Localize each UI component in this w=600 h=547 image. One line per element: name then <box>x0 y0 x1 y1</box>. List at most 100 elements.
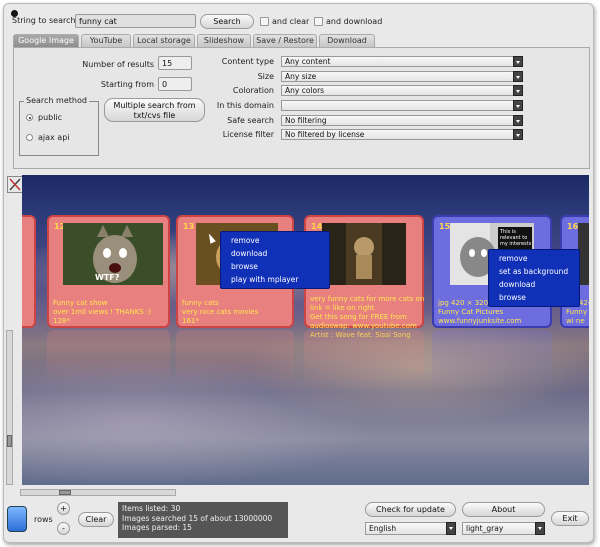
clear-button[interactable]: Clear <box>78 512 114 527</box>
search-button[interactable]: Search <box>200 14 254 29</box>
safe-search-select[interactable]: No filtering <box>281 115 523 126</box>
tab-youtube[interactable]: YouTube <box>81 34 131 47</box>
size-select[interactable]: Any size <box>281 71 523 82</box>
thumbnail-caption: This is relevant to my interests <box>500 229 532 247</box>
image-thumbnail[interactable]: WTF? <box>63 223 163 285</box>
tab-save-restore[interactable]: Save / Restore <box>253 34 317 47</box>
tab-local-storage[interactable]: Local storage <box>133 34 195 47</box>
chevron-down-icon <box>513 100 523 111</box>
theme-value: light_gray <box>466 524 504 533</box>
starting-from-input[interactable]: 0 <box>158 77 192 91</box>
search-input[interactable]: funny cat <box>75 14 196 28</box>
card-title: Funny Ca <box>566 308 589 316</box>
menu-item-browse[interactable]: browse <box>489 291 579 304</box>
card-title: very funny cats for more cats on <box>310 295 425 303</box>
chevron-down-icon <box>513 71 523 82</box>
menu-item-play-mplayer[interactable]: play with mplayer <box>221 273 329 286</box>
and-clear-checkbox[interactable] <box>260 17 269 26</box>
rows-decrease-button[interactable]: - <box>57 522 70 535</box>
tools-icon[interactable] <box>7 176 23 193</box>
and-download-label: and download <box>326 17 383 26</box>
context-menu-card-13: remove download browse play with mplayer <box>220 231 330 289</box>
language-select[interactable]: English <box>365 522 456 535</box>
card-reflection <box>432 330 552 390</box>
card-number: 16 <box>567 222 579 231</box>
horizontal-scroll-thumb[interactable] <box>59 490 71 495</box>
search-label: String to search <box>12 16 76 25</box>
image-thumbnail[interactable] <box>322 223 406 285</box>
content-type-label: Content type <box>221 57 274 66</box>
card-source: wi ne <box>566 317 585 325</box>
vertical-scroll-thumb[interactable] <box>7 435 12 447</box>
public-radio[interactable] <box>26 114 33 121</box>
and-download-checkbox[interactable] <box>314 17 323 26</box>
tab-slideshow[interactable]: Slideshow <box>197 34 251 47</box>
exit-button[interactable]: Exit <box>551 511 589 526</box>
card-number: 14 <box>311 222 323 231</box>
menu-item-set-background[interactable]: set as background <box>489 265 579 278</box>
tab-google-image[interactable]: Google Image <box>13 34 79 47</box>
card-number: 15 <box>439 222 451 231</box>
card-title: Funny Cat Pictures <box>438 308 504 316</box>
content-type-select[interactable]: Any content <box>281 56 523 67</box>
context-menu-card-15: remove set as background download browse <box>488 249 580 307</box>
language-value: English <box>369 524 397 533</box>
rows-label: rows <box>34 515 53 524</box>
menu-item-remove[interactable]: remove <box>221 234 329 247</box>
menu-item-remove[interactable]: remove <box>489 252 579 265</box>
search-method-label: Search method <box>24 96 89 105</box>
chevron-down-icon <box>513 85 523 96</box>
horizontal-scrollbar[interactable] <box>20 489 176 496</box>
coloration-label: Coloration <box>232 86 274 95</box>
vertical-scrollbar[interactable] <box>6 330 13 485</box>
card-reflection <box>47 330 170 390</box>
domain-label: In this domain <box>216 101 274 110</box>
menu-item-browse[interactable]: browse <box>221 260 329 273</box>
card-source: www.funnyjunksite.com <box>438 317 522 325</box>
card-reflection <box>304 330 424 390</box>
chevron-down-icon <box>513 129 523 140</box>
menu-item-download[interactable]: download <box>489 278 579 291</box>
coloration-select[interactable]: Any colors <box>281 85 523 96</box>
image-carousel[interactable]: 12 WTF? Funny cat show over 1mil views !… <box>22 175 589 485</box>
card-meta: 128* <box>53 317 70 325</box>
safe-search-label: Safe search <box>227 116 274 125</box>
number-of-results-label: Number of results <box>82 60 154 69</box>
number-of-results-input[interactable]: 15 <box>158 56 192 70</box>
theme-select[interactable]: light_gray <box>462 522 545 535</box>
about-button[interactable]: About <box>462 502 545 517</box>
coloration-value: Any colors <box>285 86 325 95</box>
tab-download[interactable]: Download <box>319 34 375 47</box>
size-label: Size <box>257 72 274 81</box>
chevron-down-icon <box>513 115 523 126</box>
app-logo-icon <box>7 506 27 532</box>
chevron-down-icon <box>535 522 545 535</box>
status-images-searched: Images searched 15 of about 13000000 <box>122 513 273 523</box>
card-meta: 161* <box>182 317 199 325</box>
check-for-update-button[interactable]: Check for update <box>365 502 456 517</box>
card-partial-left[interactable] <box>22 215 36 328</box>
card-info: funny cats very nice cats movies 161* <box>182 299 258 326</box>
card-reflection <box>176 330 294 390</box>
image-card-12[interactable]: 12 WTF? Funny cat show over 1mil views !… <box>47 215 170 328</box>
card-description: link = like on right <box>310 304 375 312</box>
content-type-value: Any content <box>285 57 331 66</box>
card-description: over 1mil views ! THANKS :) <box>53 308 152 316</box>
license-filter-label: License filter <box>222 130 274 139</box>
domain-select[interactable] <box>281 100 523 111</box>
status-panel: Items listed: 30 Images searched 15 of a… <box>118 502 288 538</box>
card-info: Funny cat show over 1mil views ! THANKS … <box>53 299 151 326</box>
search-method-group <box>19 101 99 156</box>
and-clear-label: and clear <box>272 17 310 26</box>
safe-search-value: No filtering <box>285 116 327 125</box>
starting-from-label: Starting from <box>100 80 154 89</box>
license-filter-select[interactable]: No filtered by license <box>281 129 523 140</box>
status-images-parsed: Images parsed: 15 <box>122 523 192 532</box>
status-items-listed: Items listed: 30 <box>122 504 181 513</box>
ajax-api-radio[interactable] <box>26 134 33 141</box>
multiple-search-button[interactable]: Multiple search from txt/cvs file <box>104 98 205 122</box>
rows-increase-button[interactable]: + <box>57 502 70 515</box>
menu-item-download[interactable]: download <box>221 247 329 260</box>
chevron-down-icon <box>446 522 456 535</box>
card-description-2: Get this song for FREE from <box>310 313 407 321</box>
